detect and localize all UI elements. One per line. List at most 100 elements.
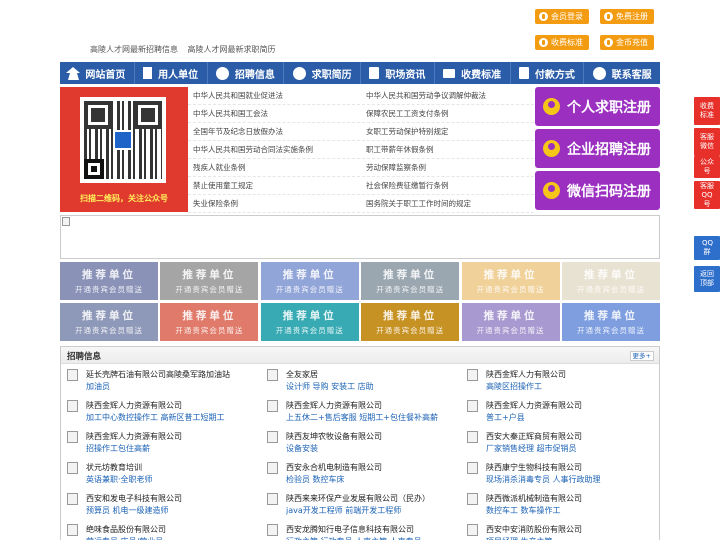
- company-name[interactable]: 陕西微派机械制造有限公司: [486, 490, 659, 505]
- company-name[interactable]: 陕西金辉人力有限公司: [486, 366, 659, 381]
- company-name[interactable]: 陕西友坤农牧设备有限公司: [286, 428, 459, 443]
- company-logo-icon[interactable]: [467, 462, 478, 474]
- nav-pricing[interactable]: 收费标准: [435, 62, 511, 84]
- job-positions[interactable]: 项目经理 生产主管: [486, 536, 659, 540]
- latest-jobs-link[interactable]: 高陵人才网最新招聘信息: [90, 45, 178, 54]
- company-logo-icon[interactable]: [67, 462, 78, 474]
- unit-tile[interactable]: 推荐单位 开通贵宾会员赠送: [60, 262, 158, 300]
- side-qq-group[interactable]: QQ群: [694, 236, 720, 260]
- law-link[interactable]: 中华人民共和国劳动争议调解仲裁法: [361, 87, 534, 104]
- company-logo-icon[interactable]: [467, 493, 478, 505]
- nav-payment[interactable]: 付款方式: [511, 62, 585, 84]
- job-positions[interactable]: 上五休二+售后客服 短期工+包住餐补高薪: [286, 412, 459, 424]
- company-logo-icon[interactable]: [67, 493, 78, 505]
- job-positions[interactable]: java开发工程师 前端开发工程师: [286, 505, 459, 517]
- unit-tile[interactable]: 推荐单位 开通贵宾会员赠送: [461, 303, 560, 341]
- law-link[interactable]: 女职工劳动保护特别规定: [361, 123, 534, 140]
- unit-tile[interactable]: 推荐单位 开通贵宾会员赠送: [461, 262, 560, 300]
- job-positions[interactable]: 普工+户县: [486, 412, 659, 424]
- company-logo-icon[interactable]: [467, 524, 478, 536]
- law-link[interactable]: 劳动保障监察条例: [361, 159, 534, 176]
- company-name[interactable]: 陕西来来环保产业发展有限公司（民办）: [286, 490, 459, 505]
- unit-tile[interactable]: 推荐单位 开通贵宾会员赠送: [160, 262, 259, 300]
- company-name[interactable]: 绝味食品股份有限公司: [86, 521, 259, 536]
- company-name[interactable]: 西安大秦正辉商贸有限公司: [486, 428, 659, 443]
- nav-contact[interactable]: 联系客服: [584, 62, 660, 84]
- more-link[interactable]: 更多+: [629, 351, 654, 361]
- company-logo-icon[interactable]: [267, 462, 278, 474]
- company-logo-icon[interactable]: [467, 431, 478, 443]
- company-name[interactable]: 西安中安消防股份有限公司: [486, 521, 659, 536]
- company-name[interactable]: 西安龙腾知行电子信息科技有限公司: [286, 521, 459, 536]
- job-positions[interactable]: 现场消杀消毒专员 人事行政助理: [486, 474, 659, 486]
- nav-resumes[interactable]: 求职简历: [284, 62, 361, 84]
- nav-news[interactable]: 职场资讯: [361, 62, 435, 84]
- unit-tile[interactable]: 推荐单位 开通贵宾会员赠送: [361, 303, 460, 341]
- job-positions[interactable]: 数控车工 数车操作工: [486, 505, 659, 517]
- law-link[interactable]: 禁止使用童工规定: [188, 177, 361, 194]
- company-logo-icon[interactable]: [267, 493, 278, 505]
- side-service-qq[interactable]: 客服QQ号: [694, 181, 720, 209]
- job-positions[interactable]: 高陵区招操作工: [486, 381, 659, 393]
- pricing-button[interactable]: 收费标准: [535, 35, 589, 50]
- company-logo-icon[interactable]: [267, 400, 278, 412]
- company-logo-icon[interactable]: [67, 524, 78, 536]
- unit-tile[interactable]: 推荐单位 开通贵宾会员赠送: [260, 303, 359, 341]
- job-positions[interactable]: 加工中心数控操作工 高新区普工短期工: [86, 412, 259, 424]
- law-link[interactable]: 国务院关于职工工作时间的规定: [361, 195, 534, 212]
- company-name[interactable]: 西安永合机电制造有限公司: [286, 459, 459, 474]
- company-logo-icon[interactable]: [267, 524, 278, 536]
- law-link[interactable]: 中华人民共和国工会法: [188, 105, 361, 122]
- nav-employers[interactable]: 用人单位: [135, 62, 208, 84]
- company-logo-icon[interactable]: [467, 400, 478, 412]
- company-name[interactable]: 陕西金辉人力资源有限公司: [86, 428, 259, 443]
- company-logo-icon[interactable]: [267, 431, 278, 443]
- unit-tile[interactable]: 推荐单位 开通贵宾会员赠送: [160, 303, 259, 341]
- company-logo-icon[interactable]: [67, 369, 78, 381]
- side-official-account[interactable]: 公众号: [694, 156, 720, 178]
- company-name[interactable]: 陕西康宁生物科技有限公司: [486, 459, 659, 474]
- law-link[interactable]: 中华人民共和国劳动合同法实施条例: [188, 141, 361, 158]
- unit-tile[interactable]: 推荐单位 开通贵宾会员赠送: [561, 262, 660, 300]
- company-logo-icon[interactable]: [67, 400, 78, 412]
- company-logo-icon[interactable]: [467, 369, 478, 381]
- company-name[interactable]: 陕西金辉人力资源有限公司: [486, 397, 659, 412]
- unit-tile[interactable]: 推荐单位 开通贵宾会员赠送: [561, 303, 660, 341]
- law-link[interactable]: 职工带薪年休假条例: [361, 141, 534, 158]
- personal-register-button[interactable]: 个人求职注册: [535, 87, 660, 126]
- wechat-register-button[interactable]: 微信扫码注册: [535, 171, 660, 210]
- unit-tile[interactable]: 推荐单位 开通贵宾会员赠送: [260, 262, 359, 300]
- job-positions[interactable]: 招操作工包住高薪: [86, 443, 259, 455]
- company-name[interactable]: 陕西金辉人力资源有限公司: [286, 397, 459, 412]
- company-logo-icon[interactable]: [267, 369, 278, 381]
- company-name[interactable]: 全友家居: [286, 366, 459, 381]
- banner-image[interactable]: [60, 215, 660, 259]
- coin-recharge-button[interactable]: 金币充值: [600, 35, 654, 50]
- law-link[interactable]: 失业保险条例: [188, 195, 361, 212]
- job-positions[interactable]: 厂家销售经理 超市促销员: [486, 443, 659, 455]
- nav-home[interactable]: 网站首页: [60, 62, 135, 84]
- law-link[interactable]: 中华人民共和国就业促进法: [188, 87, 361, 104]
- free-register-button[interactable]: 免费注册: [600, 9, 654, 24]
- nav-jobs[interactable]: 招聘信息: [208, 62, 285, 84]
- job-positions[interactable]: 设备安装: [286, 443, 459, 455]
- job-positions[interactable]: 营运专员 店员/营业员: [86, 536, 259, 540]
- member-login-button[interactable]: 会员登录: [535, 9, 589, 24]
- latest-resumes-link[interactable]: 高陵人才网最新求职简历: [188, 45, 276, 54]
- company-name[interactable]: 状元坊教育培训: [86, 459, 259, 474]
- company-name[interactable]: 西安和发电子科技有限公司: [86, 490, 259, 505]
- company-register-button[interactable]: 企业招聘注册: [535, 129, 660, 168]
- company-name[interactable]: 延长壳牌石油有限公司高陵桑军路加油站: [86, 366, 259, 381]
- job-positions[interactable]: 加油员: [86, 381, 259, 393]
- law-link[interactable]: 残疾人就业条例: [188, 159, 361, 176]
- job-positions[interactable]: 检验员 数控车床: [286, 474, 459, 486]
- company-name[interactable]: 陕西金辉人力资源有限公司: [86, 397, 259, 412]
- law-link[interactable]: 社会保险费征缴暂行条例: [361, 177, 534, 194]
- job-positions[interactable]: 英语兼职·全职老师: [86, 474, 259, 486]
- job-positions[interactable]: 行政主管 行政专员 人事主管 人事专员: [286, 536, 459, 540]
- unit-tile[interactable]: 推荐单位 开通贵宾会员赠送: [60, 303, 158, 341]
- job-positions[interactable]: 预算员 机电一级建造师: [86, 505, 259, 517]
- side-back-to-top[interactable]: 返回顶部: [694, 266, 720, 292]
- side-wechat-service[interactable]: 客服微信: [694, 128, 720, 156]
- job-positions[interactable]: 设计师 导购 安装工 店助: [286, 381, 459, 393]
